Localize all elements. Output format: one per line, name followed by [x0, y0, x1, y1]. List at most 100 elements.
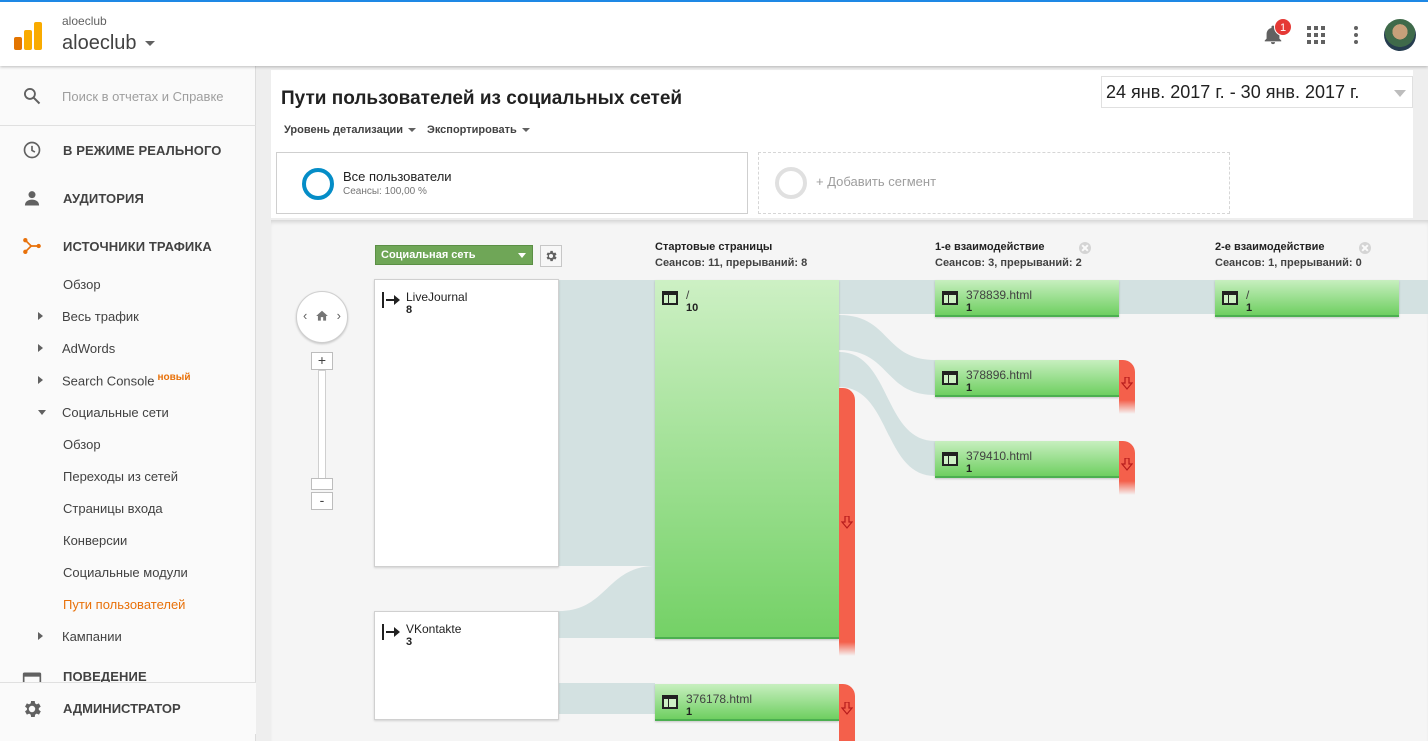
expand-arrow-icon: [38, 632, 43, 640]
gear-icon: [546, 250, 557, 262]
account-label: aloeclub: [62, 14, 107, 28]
sidebar-item-traffic-overview[interactable]: Обзор: [0, 268, 256, 300]
pan-control[interactable]: ‹ ›: [296, 291, 348, 343]
column-title: 2-е взаимодействие: [1215, 241, 1325, 253]
sidebar-item-label: Социальные сети: [62, 404, 169, 420]
sidebar: В РЕЖИМЕ РЕАЛЬНОГО АУДИТОРИЯ ИСТОЧНИКИ Т…: [0, 66, 256, 741]
sidebar-item-audience[interactable]: АУДИТОРИЯ: [0, 174, 256, 222]
sidebar-item-realtime[interactable]: В РЕЖИМЕ РЕАЛЬНОГО: [0, 126, 256, 174]
flow-link: [1119, 280, 1215, 314]
node-name: 378839.html: [966, 288, 1033, 302]
sidebar-item-plugins[interactable]: Социальные модули: [0, 556, 256, 588]
page-icon: [942, 452, 958, 466]
notification-badge: 1: [1274, 18, 1292, 36]
sidebar-item-label: Search Console: [62, 373, 155, 389]
sidebar-item-adwords[interactable]: AdWords: [0, 332, 256, 364]
remove-step1-icon[interactable]: [1079, 242, 1091, 254]
source-node-vkontakte[interactable]: VKontakte 3: [374, 611, 559, 720]
more-vert-icon[interactable]: [1353, 26, 1359, 44]
zoom-out-button[interactable]: -: [311, 492, 333, 510]
collapse-arrow-icon: [38, 409, 46, 415]
sidebar-item-network-referrals[interactable]: Переходы из сетей: [0, 460, 256, 492]
pan-right-icon[interactable]: ›: [337, 308, 341, 323]
dropoff-bar[interactable]: [839, 684, 855, 741]
date-range-label: 24 янв. 2017 г. - 30 янв. 2017 г.: [1106, 81, 1360, 102]
dimension-select[interactable]: Социальная сеть: [375, 245, 533, 265]
date-range-picker[interactable]: 24 янв. 2017 г. - 30 янв. 2017 г.: [1101, 76, 1413, 108]
expand-arrow-icon: [38, 344, 43, 352]
start-page-node-376178[interactable]: 376178.html 1: [655, 684, 839, 721]
dropoff-bar[interactable]: [1119, 441, 1135, 481]
sidebar-item-social-overview[interactable]: Обзор: [0, 428, 256, 460]
sidebar-item-users-flow[interactable]: Пути пользователей: [0, 588, 256, 620]
sidebar-item-admin[interactable]: АДМИНИСТРАТОР: [0, 682, 256, 734]
chevron-down-icon: [1394, 90, 1406, 97]
dropoff-fade: [1119, 400, 1135, 414]
node-count: 1: [966, 382, 973, 394]
report-header: Пути пользователей из социальных сетей 2…: [271, 70, 1413, 148]
dropoff-arrow-icon: [1121, 377, 1133, 390]
dropoff-arrow-icon: [841, 702, 853, 715]
sidebar-item-label: Пути пользователей: [63, 596, 186, 612]
column-header-step2: 2-е взаимодействие Сеансов: 1, прерывани…: [1215, 241, 1362, 269]
sidebar-item-search-console[interactable]: Search Console новый: [0, 364, 256, 396]
remove-step2-icon[interactable]: [1359, 242, 1371, 254]
column-title: 1-е взаимодействие: [935, 241, 1045, 253]
add-segment-button[interactable]: + Добавить сегмент: [758, 152, 1230, 214]
segment-all-users[interactable]: Все пользователи Сеансы: 100,00 %: [276, 152, 748, 214]
search-input[interactable]: [62, 84, 232, 108]
source-node-livejournal[interactable]: LiveJournal 8: [374, 279, 559, 567]
page-icon: [942, 291, 958, 305]
dropoff-fade: [839, 642, 855, 656]
zoom-slider-track[interactable]: [318, 370, 326, 482]
apps-grid-icon[interactable]: [1307, 26, 1325, 44]
dropoff-bar[interactable]: [1119, 360, 1135, 400]
user-avatar[interactable]: [1384, 19, 1416, 51]
pan-left-icon[interactable]: ‹: [303, 308, 307, 323]
sidebar-item-label: В РЕЖИМЕ РЕАЛЬНОГО: [63, 142, 222, 158]
home-icon[interactable]: [315, 309, 329, 323]
step1-node-378839[interactable]: 378839.html 1: [935, 280, 1119, 317]
page-icon: [1222, 291, 1238, 305]
step1-node-379410[interactable]: 379410.html 1: [935, 441, 1119, 478]
node-name: LiveJournal: [406, 290, 468, 304]
sidebar-item-social[interactable]: Социальные сети: [0, 396, 256, 428]
search-icon: [24, 88, 41, 105]
export-menu[interactable]: Экспортировать: [427, 124, 530, 136]
flow-visualization[interactable]: Социальная сеть Стартовые страницы Сеанс…: [271, 220, 1428, 741]
analytics-logo-icon[interactable]: [14, 22, 42, 50]
sidebar-item-conversions[interactable]: Конверсии: [0, 524, 256, 556]
column-stats: Сеансов: 1, прерываний: 0: [1215, 257, 1362, 269]
step1-node-378896[interactable]: 378896.html 1: [935, 360, 1119, 397]
dropoff-arrow-icon: [841, 516, 853, 529]
start-page-node-root[interactable]: / 10: [655, 280, 839, 639]
flow-settings-button[interactable]: [540, 245, 562, 267]
zoom-in-button[interactable]: +: [311, 352, 333, 370]
detail-level-menu[interactable]: Уровень детализации: [284, 124, 416, 136]
account-selector[interactable]: aloeclub: [62, 32, 155, 55]
column-stats: Сеансов: 3, прерываний: 2: [935, 257, 1082, 269]
node-name: /: [1246, 288, 1250, 302]
zoom-slider-handle[interactable]: [311, 478, 333, 490]
segment-ring-icon: [302, 168, 334, 200]
flow-link: [1399, 280, 1428, 314]
sidebar-item-label: ИСТОЧНИКИ ТРАФИКА: [63, 238, 212, 254]
sidebar-item-label: Страницы входа: [63, 500, 163, 516]
sidebar-item-traffic-sources[interactable]: ИСТОЧНИКИ ТРАФИКА: [0, 222, 256, 270]
sidebar-item-label: AdWords: [62, 340, 116, 356]
column-header-step1: 1-е взаимодействие Сеансов: 3, прерывани…: [935, 241, 1082, 269]
sidebar-item-landing-pages[interactable]: Страницы входа: [0, 492, 256, 524]
segment-bar: Все пользователи Сеансы: 100,00 % + Доба…: [271, 148, 1413, 218]
top-bar: aloeclub aloeclub 1: [0, 0, 1428, 66]
arrow-right-icon: [382, 624, 400, 640]
person-icon: [24, 191, 40, 206]
dropoff-bar[interactable]: [839, 388, 855, 642]
expand-arrow-icon: [38, 376, 43, 384]
sidebar-item-all-traffic[interactable]: Весь трафик: [0, 300, 256, 332]
sidebar-item-label: Обзор: [63, 436, 101, 452]
sidebar-item-label: Переходы из сетей: [63, 468, 179, 484]
step2-node-root[interactable]: / 1: [1215, 280, 1399, 317]
node-name: VKontakte: [406, 622, 462, 636]
sidebar-item-campaigns[interactable]: Кампании: [0, 620, 256, 652]
segment-sessions: Сеансы: 100,00 %: [343, 186, 427, 197]
